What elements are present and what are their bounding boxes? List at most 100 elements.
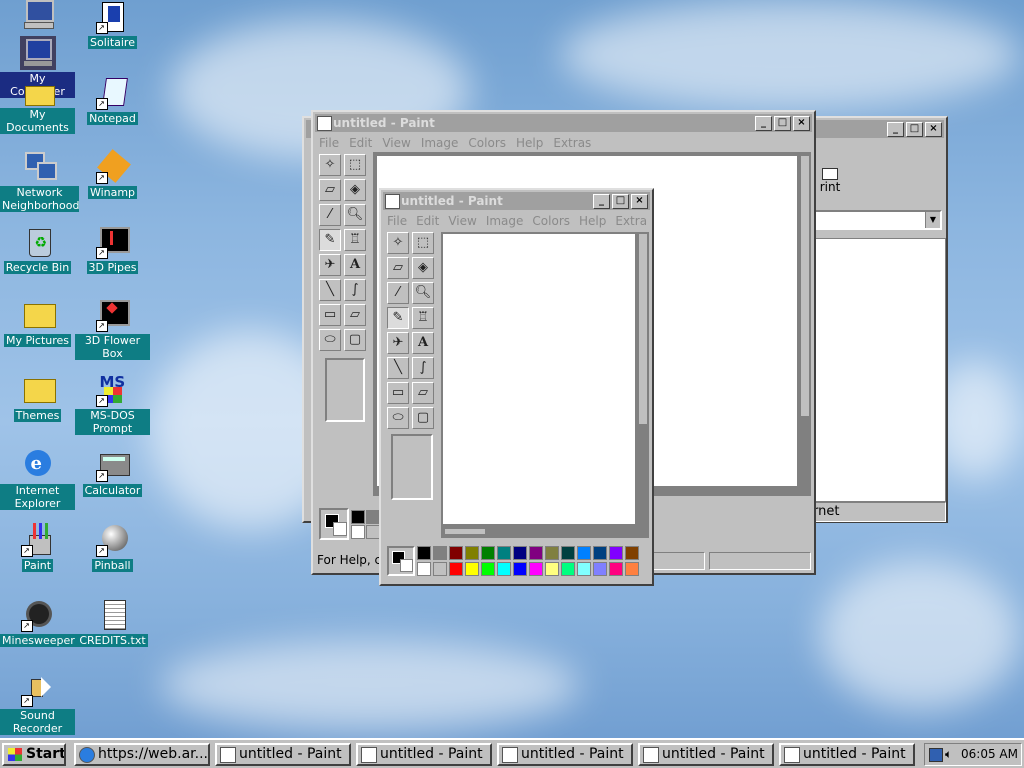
rect-select-tool[interactable]: ⬚ bbox=[344, 154, 366, 176]
palette-swatch[interactable] bbox=[513, 546, 527, 560]
pencil-tool[interactable]: ✎ bbox=[387, 307, 409, 329]
brush-tool[interactable]: ♖ bbox=[344, 229, 366, 251]
polygon-tool[interactable]: ⏥ bbox=[412, 382, 434, 404]
current-colors[interactable] bbox=[319, 508, 349, 540]
menu-image[interactable]: Image bbox=[486, 214, 524, 228]
menu-file[interactable]: File bbox=[319, 136, 339, 150]
palette-swatch[interactable] bbox=[545, 562, 559, 576]
magnifier-tool[interactable]: 🔍︎ bbox=[412, 282, 434, 304]
menu-extras[interactable]: Extras bbox=[553, 136, 591, 150]
taskbar-item-paint[interactable]: untitled - Paint bbox=[356, 743, 492, 766]
start-button[interactable]: Start bbox=[2, 743, 66, 766]
palette-swatch[interactable] bbox=[366, 525, 380, 539]
line-tool[interactable]: ╲ bbox=[387, 357, 409, 379]
palette-swatch[interactable] bbox=[417, 562, 431, 576]
brush-tool[interactable]: ♖ bbox=[412, 307, 434, 329]
free-select-tool[interactable]: ✧ bbox=[319, 154, 341, 176]
desktop-icon-pinball[interactable]: ↗ Pinball bbox=[75, 523, 150, 572]
maximize-button[interactable]: □ bbox=[612, 194, 629, 209]
menu-file[interactable]: File bbox=[387, 214, 407, 228]
menu-extras[interactable]: Extra bbox=[615, 214, 647, 228]
palette-swatch[interactable] bbox=[625, 562, 639, 576]
palette-swatch[interactable] bbox=[577, 562, 591, 576]
palette-swatch[interactable] bbox=[351, 525, 365, 539]
desktop-icon-sound-recorder[interactable]: ↗ Sound Recorder bbox=[0, 673, 75, 735]
palette-swatch[interactable] bbox=[465, 546, 479, 560]
palette-swatch[interactable] bbox=[497, 546, 511, 560]
airbrush-tool[interactable]: ✈ bbox=[319, 254, 341, 276]
tool-options[interactable] bbox=[391, 434, 433, 500]
maximize-button[interactable]: □ bbox=[906, 122, 923, 137]
palette-swatch[interactable] bbox=[351, 510, 365, 524]
menu-edit[interactable]: Edit bbox=[349, 136, 372, 150]
palette-swatch[interactable] bbox=[561, 562, 575, 576]
ie-address-combo[interactable]: ▼ bbox=[804, 210, 942, 230]
color-picker-tool[interactable]: ⁄ bbox=[387, 282, 409, 304]
taskbar-item-paint[interactable]: untitled - Paint bbox=[779, 743, 915, 766]
rectangle-tool[interactable]: ▭ bbox=[319, 304, 341, 326]
palette-swatch[interactable] bbox=[545, 546, 559, 560]
menu-image[interactable]: Image bbox=[421, 136, 459, 150]
ellipse-tool[interactable]: ⬭ bbox=[319, 329, 341, 351]
ie-print-button[interactable]: rint bbox=[810, 168, 850, 202]
paint-window-front[interactable]: untitled - Paint _ □ × File Edit View Im… bbox=[379, 188, 654, 586]
polygon-tool[interactable]: ⏥ bbox=[344, 304, 366, 326]
palette-swatch[interactable] bbox=[593, 562, 607, 576]
rect-select-tool[interactable]: ⬚ bbox=[412, 232, 434, 254]
palette-swatch[interactable] bbox=[577, 546, 591, 560]
paint-title-bar[interactable]: untitled - Paint _ □ × bbox=[383, 192, 650, 210]
palette-swatch[interactable] bbox=[609, 546, 623, 560]
maximize-button[interactable]: □ bbox=[774, 116, 791, 131]
palette-swatch[interactable] bbox=[529, 562, 543, 576]
vertical-scrollbar[interactable] bbox=[639, 234, 647, 424]
eraser-tool[interactable]: ▱ bbox=[319, 179, 341, 201]
text-tool[interactable]: A bbox=[344, 254, 366, 276]
taskbar-item-paint[interactable]: untitled - Paint bbox=[638, 743, 774, 766]
fill-tool[interactable]: ◈ bbox=[412, 257, 434, 279]
network-tray-icon[interactable] bbox=[929, 748, 943, 762]
desktop-icon-my-documents[interactable]: My Documents bbox=[0, 80, 75, 134]
desktop-icon-msdos[interactable]: MS ↗ MS-DOS Prompt bbox=[75, 373, 150, 435]
color-picker-tool[interactable]: ⁄ bbox=[319, 204, 341, 226]
taskbar-item-paint[interactable]: untitled - Paint bbox=[497, 743, 633, 766]
taskbar-item-paint[interactable]: untitled - Paint bbox=[215, 743, 351, 766]
menu-help[interactable]: Help bbox=[516, 136, 543, 150]
volume-icon[interactable]: 🔈︎ bbox=[945, 744, 952, 765]
close-button[interactable]: × bbox=[793, 116, 810, 131]
palette-swatch[interactable] bbox=[481, 562, 495, 576]
free-select-tool[interactable]: ✧ bbox=[387, 232, 409, 254]
desktop-icon-minesweeper[interactable]: ↗ Minesweeper bbox=[0, 598, 77, 647]
menu-colors[interactable]: Colors bbox=[532, 214, 570, 228]
close-button[interactable]: × bbox=[925, 122, 942, 137]
minimize-button[interactable]: _ bbox=[593, 194, 610, 209]
palette-swatch[interactable] bbox=[481, 546, 495, 560]
palette-swatch[interactable] bbox=[609, 562, 623, 576]
clock[interactable]: 06:05 AM bbox=[961, 744, 1018, 765]
menu-colors[interactable]: Colors bbox=[468, 136, 506, 150]
menu-edit[interactable]: Edit bbox=[416, 214, 439, 228]
palette-swatch[interactable] bbox=[433, 546, 447, 560]
vertical-scrollbar[interactable] bbox=[801, 156, 809, 416]
taskbar-item-ie[interactable]: https://web.ar... bbox=[74, 743, 210, 766]
curve-tool[interactable]: ∫ bbox=[412, 357, 434, 379]
rectangle-tool[interactable]: ▭ bbox=[387, 382, 409, 404]
palette-swatch[interactable] bbox=[529, 546, 543, 560]
minimize-button[interactable]: _ bbox=[755, 116, 772, 131]
desktop-icon-my-computer[interactable] bbox=[0, 0, 75, 30]
fill-tool[interactable]: ◈ bbox=[344, 179, 366, 201]
tool-options[interactable] bbox=[325, 358, 365, 422]
desktop-icon-paint[interactable]: ↗ Paint bbox=[0, 523, 75, 572]
desktop-icon-3d-pipes[interactable]: ↗ 3D Pipes bbox=[75, 225, 150, 274]
paint-canvas[interactable] bbox=[443, 234, 635, 524]
paint-title-bar[interactable]: untitled - Paint _ □ × bbox=[315, 114, 812, 132]
desktop-icon-recycle-bin[interactable]: ♻ Recycle Bin bbox=[0, 225, 75, 274]
menu-help[interactable]: Help bbox=[579, 214, 606, 228]
palette-swatch[interactable] bbox=[625, 546, 639, 560]
palette-swatch[interactable] bbox=[497, 562, 511, 576]
eraser-tool[interactable]: ▱ bbox=[387, 257, 409, 279]
palette-swatch[interactable] bbox=[593, 546, 607, 560]
desktop-icon-credits[interactable]: CREDITS.txt bbox=[75, 598, 150, 647]
desktop-icon-solitaire[interactable]: ↗ Solitaire bbox=[75, 0, 150, 49]
current-colors[interactable] bbox=[387, 546, 415, 576]
menu-view[interactable]: View bbox=[448, 214, 476, 228]
